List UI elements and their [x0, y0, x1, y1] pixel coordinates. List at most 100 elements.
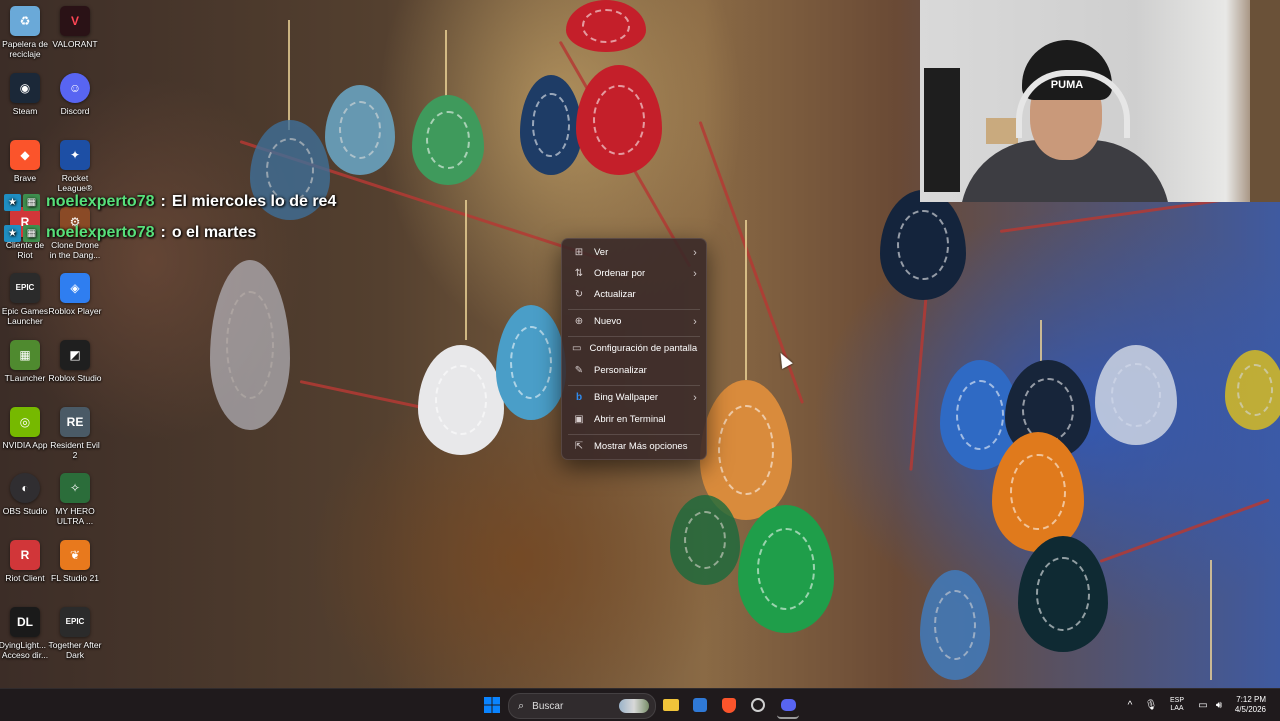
- rocket-league-icon: ✦: [60, 140, 90, 170]
- dying-light-icon: DL: [10, 607, 40, 637]
- desktop-icon-tlauncher[interactable]: ▦ TLauncher: [0, 340, 52, 383]
- chat-message: ★ ▦ noelexperto78 : El miercoles lo de r…: [4, 190, 336, 214]
- menu-item-label: Nuevo: [594, 316, 622, 327]
- menu-item-personalizar[interactable]: ✎ Personalizar: [566, 360, 702, 381]
- taskbar-clock[interactable]: 7:12 PM 4/5/2026: [1235, 695, 1266, 715]
- refresh-icon: ↻: [574, 289, 584, 300]
- taskbar: ⌕ Buscar ^ 🎙︎ ESP LAA ▭ 🔊︎ 7:12 PM 4/5/2…: [0, 688, 1280, 721]
- resident-evil-icon: RE: [60, 407, 90, 437]
- taskbar-app-xbox[interactable]: [747, 693, 769, 717]
- taskbar-file-explorer[interactable]: [660, 693, 682, 717]
- xbox-icon: [751, 698, 765, 712]
- menu-item-bing-wallpaper[interactable]: b Bing Wallpaper ›: [566, 387, 702, 408]
- chevron-up-icon: ^: [1127, 699, 1133, 711]
- desktop-icon-roblox-player[interactable]: ◈ Roblox Player: [48, 273, 102, 316]
- prime-badge-icon: ★: [4, 224, 21, 242]
- tray-network[interactable]: ▭: [1196, 693, 1210, 717]
- chat-separator: :: [160, 193, 166, 210]
- my-hero-icon: ✧: [60, 473, 90, 503]
- desktop-icon-steam[interactable]: ◉ Steam: [0, 73, 52, 116]
- sub-badge-icon: ▦: [23, 224, 40, 242]
- menu-item-label: Abrir en Terminal: [594, 414, 666, 425]
- language-variant: LAA: [1170, 705, 1184, 712]
- tray-volume[interactable]: 🔊︎: [1212, 693, 1226, 717]
- microphone-icon: 🎙︎: [1144, 699, 1158, 711]
- menu-item-label: Actualizar: [594, 289, 636, 300]
- sort-icon: ⇅: [574, 268, 584, 279]
- menu-item-configuracion-pantalla[interactable]: ▭ Configuración de pantalla: [566, 338, 702, 359]
- recycle-bin-icon: ♻: [10, 6, 40, 36]
- taskbar-brave[interactable]: [718, 693, 740, 717]
- roblox-player-icon: ◈: [60, 273, 90, 303]
- desktop-icon-rocket-league[interactable]: ✦ Rocket League®: [48, 140, 102, 193]
- desktop-icon-nvidia[interactable]: ◎ NVIDIA App: [0, 407, 52, 450]
- more-options-icon: ⇱: [574, 441, 584, 452]
- desktop-icon-roblox-studio[interactable]: ◩ Roblox Studio: [48, 340, 102, 383]
- chat-username: noelexperto78: [46, 224, 155, 241]
- tray-microphone[interactable]: 🎙︎: [1144, 693, 1158, 717]
- menu-divider: [568, 434, 700, 435]
- menu-divider: [568, 336, 700, 337]
- nvidia-icon: ◎: [10, 407, 40, 437]
- menu-item-label: Ordenar por: [594, 268, 646, 279]
- desktop-icon-recycle-bin[interactable]: ♻ Papelera de reciclaje: [0, 6, 52, 59]
- epic-games-icon: EPIC: [10, 273, 40, 303]
- menu-item-ordenar-por[interactable]: ⇅ Ordenar por ›: [566, 263, 702, 284]
- desktop-icon-brave[interactable]: ◆ Brave: [0, 140, 52, 183]
- chat-message: ★ ▦ noelexperto78 : o el martes: [4, 221, 256, 245]
- menu-item-ver[interactable]: ⊞ Ver ›: [566, 242, 702, 263]
- taskbar-search[interactable]: ⌕ Buscar: [508, 693, 656, 719]
- language-indicator[interactable]: ESP LAA: [1166, 697, 1188, 713]
- clock-time: 7:12 PM: [1236, 695, 1266, 704]
- desktop-icon-dying-light[interactable]: DL DyingLight... - Acceso dir...: [0, 607, 52, 660]
- tlauncher-icon: ▦: [10, 340, 40, 370]
- desktop-icon-epic-games[interactable]: EPIC Epic Games Launcher: [0, 273, 52, 326]
- terminal-icon: ▣: [574, 414, 584, 425]
- roblox-studio-icon: ◩: [60, 340, 90, 370]
- chevron-right-icon: ›: [693, 246, 697, 259]
- brush-icon: ✎: [574, 365, 584, 376]
- store-icon: [693, 698, 707, 712]
- menu-item-actualizar[interactable]: ↻ Actualizar: [566, 284, 702, 305]
- discord-icon: ☺: [60, 73, 90, 103]
- windows-logo-icon: [484, 697, 500, 713]
- prime-badge-icon: ★: [4, 193, 21, 211]
- desktop-icon-together-after-dark[interactable]: EPIC Together After Dark: [48, 607, 102, 660]
- network-icon: ▭: [1198, 699, 1208, 711]
- menu-item-label: Mostrar Más opciones: [594, 441, 688, 452]
- bing-icon: b: [575, 392, 583, 403]
- chevron-right-icon: ›: [693, 267, 697, 280]
- menu-divider: [568, 309, 700, 310]
- search-highlight-icon: [619, 699, 649, 713]
- webcam-door: [1250, 0, 1280, 202]
- desktop-icon-discord[interactable]: ☺ Discord: [48, 73, 102, 116]
- language-code: ESP: [1169, 697, 1184, 704]
- desktop-icon-riot-client-2[interactable]: R Riot Client: [0, 540, 52, 583]
- menu-item-label: Personalizar: [594, 365, 647, 376]
- start-button[interactable]: [480, 693, 504, 717]
- chat-username: noelexperto78: [46, 193, 155, 210]
- desktop-icon-resident-evil[interactable]: RE Resident Evil 2: [48, 407, 102, 460]
- tray-overflow-chevron[interactable]: ^: [1123, 693, 1137, 717]
- menu-item-label: Configuración de pantalla: [589, 343, 698, 354]
- desktop-icon-my-hero[interactable]: ✧ MY HERO ULTRA ...: [48, 473, 102, 526]
- menu-divider: [568, 385, 700, 386]
- epic-games-icon: EPIC: [60, 607, 90, 637]
- taskbar-store[interactable]: [689, 693, 711, 717]
- taskbar-discord[interactable]: [777, 693, 799, 719]
- new-icon: ⊕: [574, 316, 584, 327]
- obs-icon: ◐: [10, 473, 40, 503]
- menu-item-nuevo[interactable]: ⊕ Nuevo ›: [566, 311, 702, 332]
- chat-text: El miercoles lo de re4: [171, 193, 337, 210]
- menu-item-abrir-terminal[interactable]: ▣ Abrir en Terminal: [566, 409, 702, 430]
- clock-date: 4/5/2026: [1234, 705, 1266, 714]
- volume-icon: 🔊︎: [1215, 699, 1223, 711]
- desktop-icon-obs[interactable]: ◐ OBS Studio: [0, 473, 52, 516]
- desktop-context-menu: ⊞ Ver › ⇅ Ordenar por › ↻ Actualizar ⊕ N…: [561, 238, 707, 460]
- desktop-icon-valorant[interactable]: V VALORANT: [48, 6, 102, 49]
- chat-separator: :: [160, 224, 166, 241]
- menu-item-label: Bing Wallpaper: [594, 392, 659, 403]
- menu-item-mostrar-mas-opciones[interactable]: ⇱ Mostrar Más opciones: [566, 436, 702, 457]
- desktop-icon-fl-studio[interactable]: ❦ FL Studio 21: [48, 540, 102, 583]
- search-placeholder: Buscar: [532, 700, 564, 712]
